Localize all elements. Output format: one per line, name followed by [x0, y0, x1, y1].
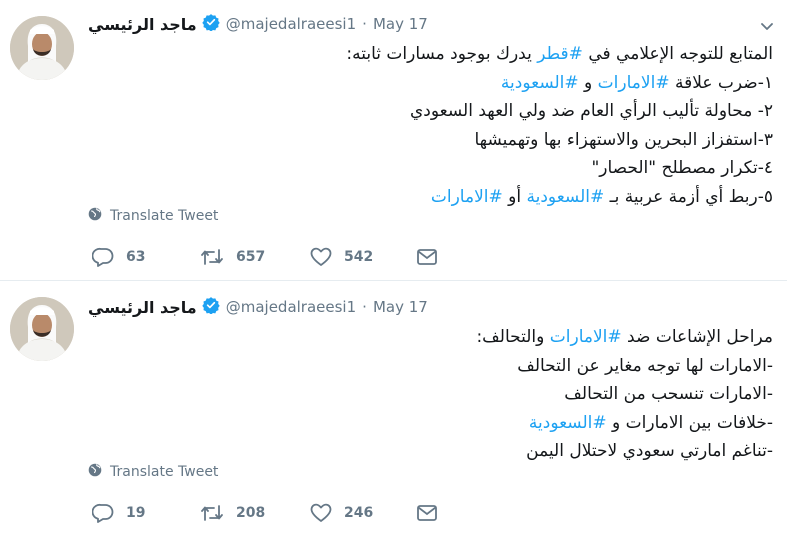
like-icon: [310, 503, 332, 523]
author-name[interactable]: ماجد الرئيسي: [88, 298, 197, 317]
translate-tweet-link[interactable]: Translate Tweet: [88, 207, 218, 225]
avatar[interactable]: [10, 297, 74, 361]
tweet-line: مراحل الإشاعات ضد #الامارات والتحالف:: [476, 327, 773, 347]
tweet-text: مراحل الإشاعات ضد #الامارات والتحالف: -ا…: [88, 323, 773, 466]
hashtag-link[interactable]: #السعودية: [527, 187, 605, 207]
reply-button[interactable]: 63: [92, 247, 145, 267]
hashtag-link[interactable]: #السعودية: [501, 73, 579, 93]
retweet-count: 657: [236, 249, 266, 265]
retweet-icon: [200, 503, 224, 523]
tweet[interactable]: ماجد الرئيسي @majedalraeesi1 · May 17 مر…: [0, 281, 787, 545]
retweet-button[interactable]: 208: [200, 503, 265, 523]
reply-count: 63: [126, 249, 146, 265]
verified-badge-icon: [202, 13, 220, 35]
author-handle[interactable]: @majedalraeesi1: [226, 15, 356, 33]
direct-message-button[interactable]: [416, 247, 438, 267]
hashtag-link[interactable]: #الامارات: [431, 187, 503, 207]
tweet-line: ٢- محاولة تأليب الرأي العام ضد ولي العهد…: [409, 101, 773, 121]
tweet-line: -خلافات بين الامارات و #السعودية: [528, 412, 773, 433]
verified-badge-icon: [202, 296, 220, 318]
retweet-button[interactable]: 657: [200, 247, 265, 267]
globe-icon: [88, 207, 102, 225]
tweet-actions: 63 657 542: [88, 247, 448, 269]
retweet-icon: [200, 247, 224, 267]
tweet-line: -الامارات لها توجه مغاير عن التحالف: [517, 355, 773, 376]
tweet-date[interactable]: May 17: [373, 298, 428, 316]
tweet-actions: 19 208 246: [88, 503, 448, 525]
author-name[interactable]: ماجد الرئيسي: [88, 15, 197, 34]
translate-label: Translate Tweet: [110, 208, 219, 224]
tweet-line: المتابع للتوجه الإعلامي في #قطر يدرك بوج…: [346, 44, 773, 64]
tweet-line: -الامارات تنسحب من التحالف: [564, 384, 773, 404]
like-button[interactable]: 542: [310, 247, 373, 267]
hashtag-link[interactable]: #الامارات: [550, 327, 622, 347]
like-icon: [310, 247, 332, 267]
hashtag-link[interactable]: #قطر: [537, 44, 583, 64]
tweet[interactable]: ماجد الرئيسي @majedalraeesi1 · May 17 ال…: [0, 0, 787, 280]
retweet-count: 208: [236, 505, 266, 521]
avatar[interactable]: [10, 16, 74, 80]
reply-count: 19: [126, 505, 146, 521]
message-icon: [416, 503, 438, 523]
hashtag-link[interactable]: #الامارات: [598, 73, 670, 93]
separator-dot: ·: [362, 15, 367, 33]
translate-tweet-link[interactable]: Translate Tweet: [88, 463, 218, 481]
reply-icon: [92, 247, 114, 267]
tweet-line: ٣-استفزاز البحرين والاستهزاء بها وتهميشه…: [474, 129, 773, 150]
like-count: 542: [344, 249, 374, 265]
tweet-line: -تناغم امارتي سعودي لاحتلال اليمن: [526, 441, 773, 461]
globe-icon: [88, 463, 102, 481]
reply-button[interactable]: 19: [92, 503, 145, 523]
like-button[interactable]: 246: [310, 503, 373, 523]
tweet-line: ١-ضرب علاقة #الامارات و #السعودية: [500, 72, 773, 93]
author-handle[interactable]: @majedalraeesi1: [226, 298, 356, 316]
hashtag-link[interactable]: #السعودية: [529, 413, 607, 433]
separator-dot: ·: [362, 298, 367, 316]
message-icon: [416, 247, 438, 267]
tweet-date[interactable]: May 17: [373, 15, 428, 33]
tweet-text: المتابع للتوجه الإعلامي في #قطر يدرك بوج…: [88, 40, 773, 211]
reply-icon: [92, 503, 114, 523]
like-count: 246: [344, 505, 374, 521]
translate-label: Translate Tweet: [110, 464, 219, 480]
direct-message-button[interactable]: [416, 503, 438, 523]
chevron-down-icon[interactable]: [759, 18, 775, 34]
tweet-line: ٤-تكرار مصطلح "الحصار": [591, 158, 773, 178]
